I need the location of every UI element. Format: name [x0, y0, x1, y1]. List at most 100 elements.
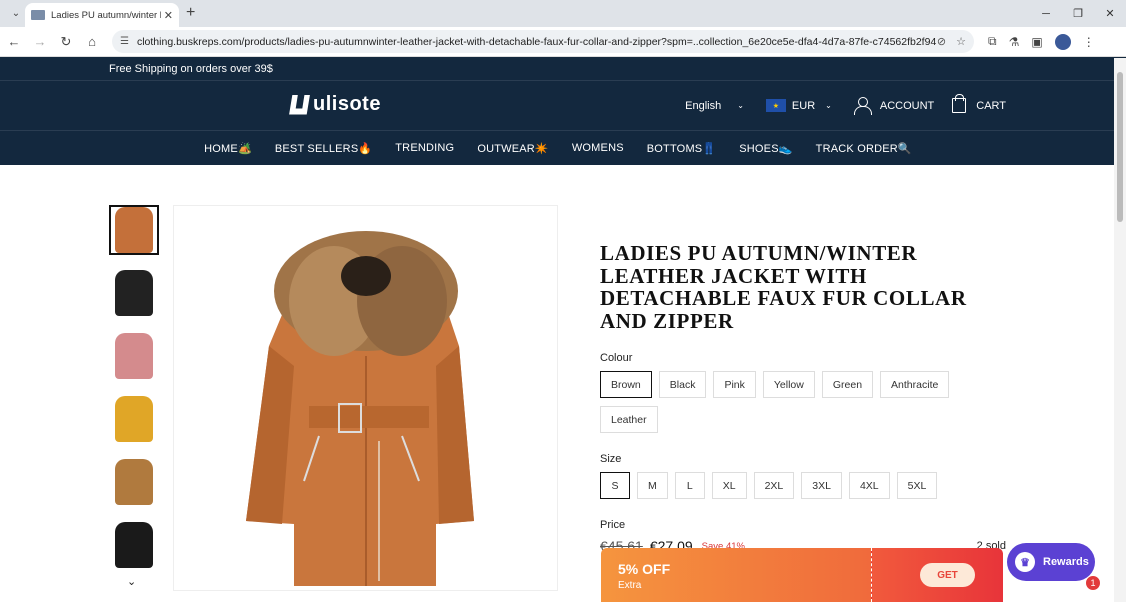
- new-tab-icon[interactable]: +: [186, 4, 195, 22]
- product-title: LADIES PU AUTUMN/WINTER LEATHER JACKET W…: [600, 241, 967, 333]
- size-option-s[interactable]: S: [600, 472, 630, 499]
- colour-option-pink[interactable]: Pink: [713, 371, 756, 398]
- colour-label: Colour: [600, 352, 633, 364]
- language-value: English: [685, 99, 722, 112]
- account-label: ACCOUNT: [879, 99, 935, 112]
- main-menu: HOME🏕️ BEST SELLERS🔥 TRENDING OUTWEAR✴️ …: [0, 130, 1126, 165]
- size-option-4xl[interactable]: 4XL: [848, 472, 890, 499]
- coupon-discount: 5% OFF: [618, 561, 671, 577]
- size-option-2xl[interactable]: 2XL: [753, 472, 795, 499]
- colour-options: Brown Black Pink Yellow Green Anthracite…: [600, 371, 980, 433]
- browser-tabbar: ⌄ Ladies PU autumn/winter leathe ✕ + ─ ❐…: [0, 0, 1126, 27]
- close-window-icon[interactable]: ✕: [1094, 0, 1126, 27]
- browser-tab[interactable]: Ladies PU autumn/winter leathe ✕: [25, 3, 179, 27]
- product-info: LADIES PU AUTUMN/WINTER LEATHER JACKET W…: [600, 242, 1010, 554]
- logo-u-icon: [289, 94, 310, 115]
- site-info-icon[interactable]: ☰: [120, 36, 129, 47]
- menu-item-shoes[interactable]: SHOES👟: [739, 142, 792, 155]
- menu-item-best-sellers[interactable]: BEST SELLERS🔥: [275, 142, 372, 155]
- size-label: Size: [600, 453, 622, 465]
- colour-option-yellow[interactable]: Yellow: [762, 371, 815, 398]
- thumbnail-list: [109, 205, 159, 583]
- colour-option-anthracite[interactable]: Anthracite: [880, 371, 950, 398]
- coupon-get-button[interactable]: GET: [920, 563, 975, 587]
- menu-item-home[interactable]: HOME🏕️: [204, 142, 252, 155]
- menu-item-bottoms[interactable]: BOTTOMS👖: [647, 142, 717, 155]
- page-scrollbar[interactable]: [1114, 58, 1126, 602]
- announcement-bar: Free Shipping on orders over 39$: [0, 57, 1126, 80]
- thumbnail-pink[interactable]: [109, 331, 159, 381]
- url-text[interactable]: clothing.buskreps.com/products/ladies-pu…: [137, 36, 937, 48]
- thumbnail-brown[interactable]: [109, 205, 159, 255]
- tab-title: Ladies PU autumn/winter leathe: [51, 9, 161, 21]
- colour-option-leather[interactable]: Leather: [600, 406, 658, 433]
- language-selector[interactable]: English ⌄: [685, 100, 744, 112]
- trophy-icon: ♛: [1015, 552, 1035, 572]
- address-bar-row: ← → ↻ ⌂ ☰ clothing.buskreps.com/products…: [0, 27, 1126, 57]
- omnibox[interactable]: ☰ clothing.buskreps.com/products/ladies-…: [112, 30, 974, 53]
- site-logo[interactable]: ulisote: [288, 93, 381, 116]
- minimize-icon[interactable]: ─: [1030, 0, 1062, 27]
- eu-flag-icon: ★: [765, 99, 786, 112]
- forward-icon[interactable]: →: [28, 34, 52, 49]
- user-icon: [853, 97, 872, 115]
- extensions-icon[interactable]: ⧉: [988, 34, 997, 49]
- thumbnail-camel[interactable]: [109, 457, 159, 507]
- coupon-banner: 5% OFF Extra GET: [601, 548, 1003, 602]
- colour-option-brown[interactable]: Brown: [600, 371, 652, 398]
- reload-icon[interactable]: ↻: [54, 34, 78, 50]
- price-label: Price: [600, 519, 626, 531]
- back-icon[interactable]: ←: [2, 34, 26, 49]
- account-link[interactable]: ACCOUNT: [853, 97, 935, 115]
- jacket-illustration: [246, 231, 474, 586]
- thumbnail-black-2[interactable]: [109, 520, 159, 570]
- home-icon[interactable]: ⌂: [80, 34, 104, 49]
- menu-item-outwear[interactable]: OUTWEAR✴️: [477, 142, 549, 155]
- thumbnail-black[interactable]: [109, 268, 159, 318]
- chevron-down-icon: ⌄: [825, 101, 832, 110]
- menu-item-trending[interactable]: TRENDING: [395, 142, 454, 154]
- size-options: S M L XL 2XL 3XL 4XL 5XL: [600, 472, 980, 499]
- bookmark-star-icon[interactable]: ☆: [956, 35, 966, 48]
- restore-icon[interactable]: ❐: [1062, 0, 1094, 27]
- menu-item-womens[interactable]: WOMENS: [572, 142, 624, 154]
- scrollbar-thumb[interactable]: [1117, 72, 1123, 222]
- cart-label: CART: [976, 99, 1006, 112]
- colour-option-green[interactable]: Green: [821, 371, 874, 398]
- logo-text: ulisote: [313, 93, 381, 115]
- tab-favicon-icon: [31, 10, 45, 20]
- currency-selector[interactable]: ★ EUR ⌄: [765, 99, 832, 112]
- menu-item-track-order[interactable]: TRACK ORDER🔍: [816, 142, 912, 155]
- shopping-bag-icon: [952, 94, 967, 113]
- currency-value: EUR: [791, 99, 816, 112]
- window-controls: ─ ❐ ✕: [1030, 0, 1126, 27]
- cart-link[interactable]: CART: [952, 94, 1006, 113]
- thumb-jacket-image: [115, 459, 153, 505]
- thumb-jacket-image: [115, 270, 153, 316]
- size-option-l[interactable]: L: [674, 472, 705, 499]
- lab-icon[interactable]: ⚗: [1009, 35, 1020, 49]
- rewards-notification-badge: 1: [1085, 575, 1101, 591]
- size-option-xl[interactable]: XL: [711, 472, 747, 499]
- main-product-image[interactable]: [173, 205, 558, 591]
- thumbnails-down-chevron-icon[interactable]: ⌄: [127, 575, 136, 588]
- site-header: ulisote English ⌄ ★ EUR ⌄ ACCOUNT CART: [0, 80, 1126, 130]
- eye-off-icon[interactable]: ⊘: [937, 35, 946, 48]
- size-option-m[interactable]: M: [637, 472, 668, 499]
- thumb-jacket-image: [115, 396, 153, 442]
- size-option-3xl[interactable]: 3XL: [801, 472, 842, 499]
- thumb-jacket-image: [115, 333, 153, 379]
- tab-close-icon[interactable]: ✕: [164, 9, 173, 22]
- sidebar-icon[interactable]: ▣: [1031, 35, 1042, 49]
- size-option-5xl[interactable]: 5XL: [896, 472, 938, 499]
- rewards-label: Rewards: [1043, 556, 1089, 568]
- profile-avatar[interactable]: [1054, 33, 1071, 50]
- thumb-jacket-image: [115, 207, 153, 253]
- colour-option-black[interactable]: Black: [658, 371, 707, 398]
- coupon-extra: Extra: [618, 580, 642, 591]
- rewards-button[interactable]: ♛ Rewards: [1007, 543, 1095, 581]
- chevron-down-icon: ⌄: [737, 101, 744, 110]
- menu-kebab-icon[interactable]: ⋮: [1083, 35, 1095, 49]
- thumbnail-yellow[interactable]: [109, 394, 159, 444]
- thumb-jacket-image: [115, 522, 153, 568]
